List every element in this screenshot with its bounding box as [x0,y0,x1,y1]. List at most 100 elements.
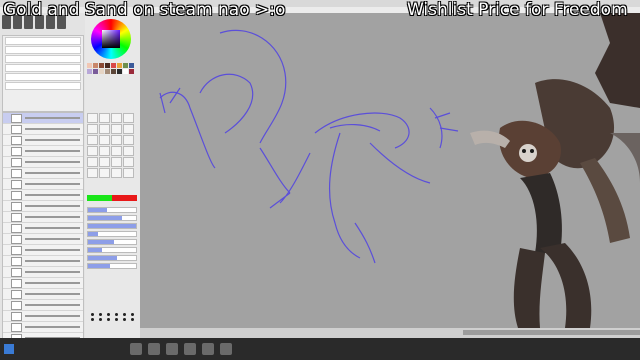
clipping-option[interactable] [5,64,81,72]
layer-row[interactable] [3,278,83,289]
layer-row[interactable] [3,201,83,212]
brush-slot[interactable] [111,157,122,167]
size-preset[interactable] [122,318,126,321]
layer-row[interactable] [3,212,83,223]
brush-slot[interactable] [123,157,134,167]
brush-slot[interactable] [111,168,122,178]
layer-row[interactable] [3,146,83,157]
dilution-slider[interactable] [87,239,137,245]
blend-mode-select[interactable] [5,37,81,45]
taskbar-app-icon[interactable] [220,343,232,355]
drawing-canvas[interactable] [140,13,640,328]
layer-row[interactable] [3,135,83,146]
color-swatch[interactable] [99,63,104,68]
brush-slot[interactable] [111,113,122,123]
brush-size-presets[interactable] [89,313,137,321]
color-swatch[interactable] [129,69,134,74]
taskbar-app-icon[interactable] [166,343,178,355]
brush-tool-grid[interactable] [87,113,137,178]
brush-slot[interactable] [123,135,134,145]
layer-row[interactable] [3,300,83,311]
brush-slot[interactable] [123,168,134,178]
taskbar-app-icon[interactable] [148,343,160,355]
layer-row[interactable] [3,311,83,322]
layer-row[interactable] [3,190,83,201]
brush-slot[interactable] [123,124,134,134]
brush-slot[interactable] [123,146,134,156]
brush-slot[interactable] [111,146,122,156]
background-color[interactable] [112,195,137,201]
brush-slot[interactable] [99,168,110,178]
brush-slot[interactable] [87,113,98,123]
size-preset[interactable] [114,313,118,316]
brush-slot[interactable] [87,135,98,145]
color-swatch[interactable] [87,69,92,74]
advanced-setting-slider[interactable] [87,255,137,261]
layer-row[interactable] [3,267,83,278]
blending-slider[interactable] [87,231,137,237]
brush-slot[interactable] [111,124,122,134]
size-preset[interactable] [98,313,102,316]
saturation-value-picker[interactable] [102,30,120,48]
layer-row[interactable] [3,113,83,124]
size-preset[interactable] [98,318,102,321]
color-swatch[interactable] [111,63,116,68]
brush-slot[interactable] [99,113,110,123]
size-preset[interactable] [122,313,126,316]
color-swatch[interactable] [111,69,116,74]
layer-row[interactable] [3,124,83,135]
size-preset[interactable] [130,318,134,321]
brush-slot[interactable] [111,135,122,145]
color-swatch[interactable] [87,63,92,68]
brush-slot[interactable] [87,146,98,156]
layer-row[interactable] [3,179,83,190]
brush-slot[interactable] [87,168,98,178]
color-swatch[interactable] [99,69,104,74]
brush-size-slider[interactable] [87,207,137,213]
lock-options[interactable] [5,55,81,63]
layer-list[interactable] [2,112,84,350]
color-swatch[interactable] [123,69,128,74]
color-swatch[interactable] [93,69,98,74]
layer-row[interactable] [3,168,83,179]
size-preset[interactable] [106,313,110,316]
windows-start-icon[interactable] [4,344,14,354]
min-size-slider[interactable] [87,215,137,221]
size-preset[interactable] [106,318,110,321]
foreground-color[interactable] [87,195,112,201]
color-swatch[interactable] [117,63,122,68]
brush-slot[interactable] [123,113,134,123]
canvas-horizontal-scrollbar[interactable] [140,328,640,338]
taskbar-app-icon[interactable] [202,343,214,355]
brush-slot[interactable] [87,157,98,167]
color-swatch[interactable] [129,63,134,68]
layer-row[interactable] [3,245,83,256]
layer-row[interactable] [3,256,83,267]
brush-slot[interactable] [99,135,110,145]
taskbar-app-icon[interactable] [130,343,142,355]
brush-slot[interactable] [99,157,110,167]
selection-source-option[interactable] [5,73,81,81]
size-preset[interactable] [90,318,94,321]
brush-slot[interactable] [87,124,98,134]
brush-slot[interactable] [99,124,110,134]
color-swatch[interactable] [105,63,110,68]
size-preset[interactable] [90,313,94,316]
layer-row[interactable] [3,322,83,333]
size-preset[interactable] [130,313,134,316]
brush-slot[interactable] [99,146,110,156]
taskbar-app-icon[interactable] [184,343,196,355]
layer-row[interactable] [3,234,83,245]
color-swatch[interactable] [93,63,98,68]
scrollbar-thumb[interactable] [463,330,640,335]
color-swatch[interactable] [117,69,122,74]
color-wheel-icon[interactable] [91,19,131,59]
layer-buttons[interactable] [5,82,81,90]
persistence-slider[interactable] [87,247,137,253]
advanced-setting-slider[interactable] [87,263,137,269]
size-preset[interactable] [114,318,118,321]
layer-row[interactable] [3,223,83,234]
foreground-background-colors[interactable] [87,195,137,201]
color-swatch[interactable] [123,63,128,68]
layer-row[interactable] [3,289,83,300]
